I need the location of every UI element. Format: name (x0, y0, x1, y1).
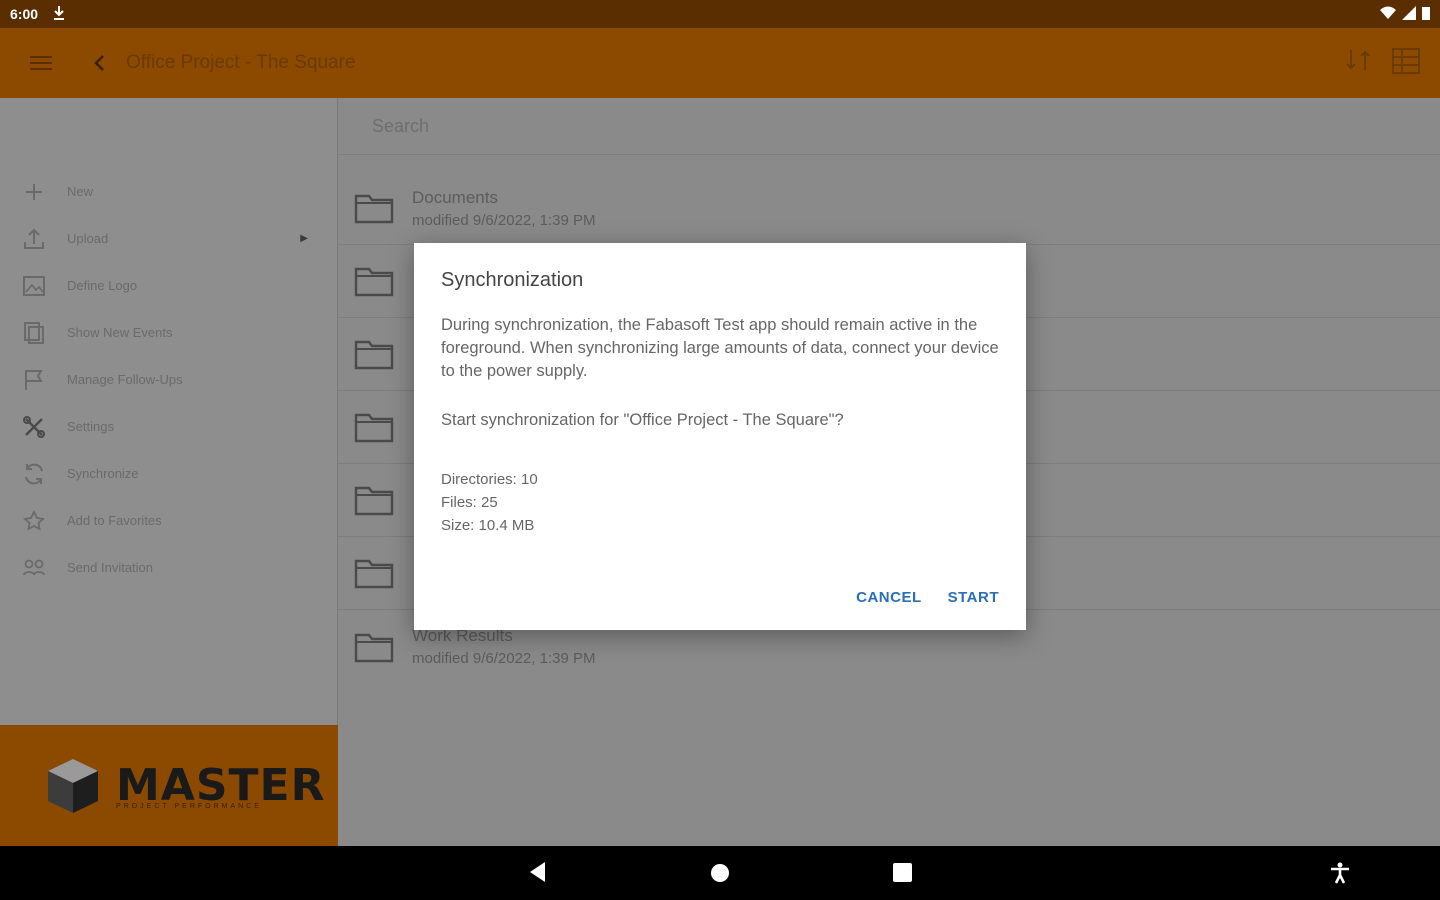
back-button[interactable] (82, 54, 116, 72)
sync-dialog: Synchronization During synchronization, … (414, 243, 1026, 630)
sidebar-item-label: Show New Events (67, 325, 173, 340)
sidebar-item-define-logo[interactable]: Define Logo (0, 262, 338, 309)
image-icon (22, 274, 46, 298)
page-title: Office Project - The Square (126, 52, 356, 73)
signal-icon (1402, 5, 1416, 23)
status-bar: 6:00 (0, 0, 1440, 28)
sidebar-item-label: Settings (67, 419, 114, 434)
cancel-button[interactable]: CANCEL (856, 589, 922, 606)
view-toggle-button[interactable] (1392, 47, 1420, 79)
folder-icon (354, 340, 394, 370)
search-bar (338, 98, 1440, 155)
brand-tagline: PROJECT PERFORMANCE (116, 803, 262, 810)
folder-name: Documents (412, 187, 498, 207)
grid-view-icon (1392, 47, 1420, 74)
sidebar-item-show-new-events[interactable]: Show New Events (0, 309, 338, 356)
folder-icon (354, 486, 394, 516)
sidebar-item-upload[interactable]: Upload ▶ (0, 215, 338, 262)
submenu-arrow-icon: ▶ (300, 233, 308, 244)
accessibility-button[interactable] (1329, 862, 1351, 889)
folder-icon (354, 559, 394, 589)
sidebar-item-manage-follow-ups[interactable]: Manage Follow-Ups (0, 356, 338, 403)
cube-logo-icon (48, 758, 98, 813)
sync-stats: Directories: 10 Files: 25 Size: 10.4 MB (441, 468, 999, 537)
system-nav-bar (0, 846, 1440, 900)
sidebar-item-label: Upload (67, 231, 109, 246)
start-button[interactable]: START (948, 589, 999, 606)
upload-icon (22, 227, 46, 251)
sidebar-item-send-invitation[interactable]: Send Invitation (0, 544, 338, 591)
hamburger-icon (30, 56, 52, 70)
wifi-icon (1380, 6, 1396, 23)
sidebar-item-settings[interactable]: Settings (0, 403, 338, 450)
star-add-icon (22, 509, 46, 533)
sidebar-item-label: Synchronize (67, 466, 139, 481)
list-item[interactable]: Documents modified 9/6/2022, 1:39 PM (338, 172, 1440, 245)
directories-count: Directories: 10 (441, 471, 538, 488)
download-icon (52, 5, 66, 24)
folder-icon (354, 633, 394, 662)
sidebar-item-label: Define Logo (67, 278, 138, 293)
sidebar-item-label: Manage Follow-Ups (67, 372, 183, 387)
folder-modified: modified 9/6/2022, 1:39 PM (412, 650, 596, 667)
sidebar-item-label: New (67, 184, 94, 199)
dialog-message: During synchronization, the Fabasoft Tes… (441, 316, 999, 380)
tools-icon (22, 415, 46, 439)
nav-home-button[interactable] (710, 863, 730, 888)
dialog-question: Start synchronization for "Office Projec… (441, 411, 844, 429)
plus-icon (22, 180, 46, 204)
recents-square-icon (893, 863, 912, 882)
sidebar-item-label: Send Invitation (67, 560, 154, 575)
nav-recents-button[interactable] (893, 863, 912, 887)
sidebar-item-label: Add to Favorites (67, 513, 162, 528)
sync-icon (22, 462, 46, 486)
folder-icon (354, 267, 394, 297)
sidebar: New Upload ▶ Define Logo Show New Events… (0, 98, 338, 846)
files-count: Files: 25 (441, 494, 498, 511)
sidebar-item-synchronize[interactable]: Synchronize (0, 450, 338, 497)
sort-button[interactable] (1344, 48, 1372, 79)
battery-icon (1422, 6, 1430, 23)
folder-icon (354, 194, 394, 224)
accessibility-icon (1331, 862, 1349, 884)
folder-icon (354, 413, 394, 443)
chevron-left-icon (94, 55, 104, 71)
search-input[interactable] (372, 116, 972, 137)
home-circle-icon (711, 864, 729, 882)
brand-logo: MASTER PROJECT PERFORMANCE (0, 725, 338, 846)
app-bar: Office Project - The Square (0, 28, 1440, 98)
folder-modified: modified 9/6/2022, 1:39 PM (412, 211, 596, 229)
back-triangle-icon (530, 862, 545, 882)
menu-button[interactable] (0, 55, 82, 71)
status-time: 6:00 (10, 6, 39, 22)
people-icon (22, 556, 46, 580)
events-icon (22, 321, 46, 345)
nav-back-button[interactable] (528, 861, 546, 888)
sidebar-item-add-to-favorites[interactable]: Add to Favorites (0, 497, 338, 544)
flag-icon (22, 368, 46, 392)
dialog-title: Synchronization (441, 269, 584, 291)
total-size: Size: 10.4 MB (441, 517, 535, 534)
sort-icon (1346, 49, 1370, 70)
sidebar-item-new[interactable]: New (0, 168, 338, 215)
